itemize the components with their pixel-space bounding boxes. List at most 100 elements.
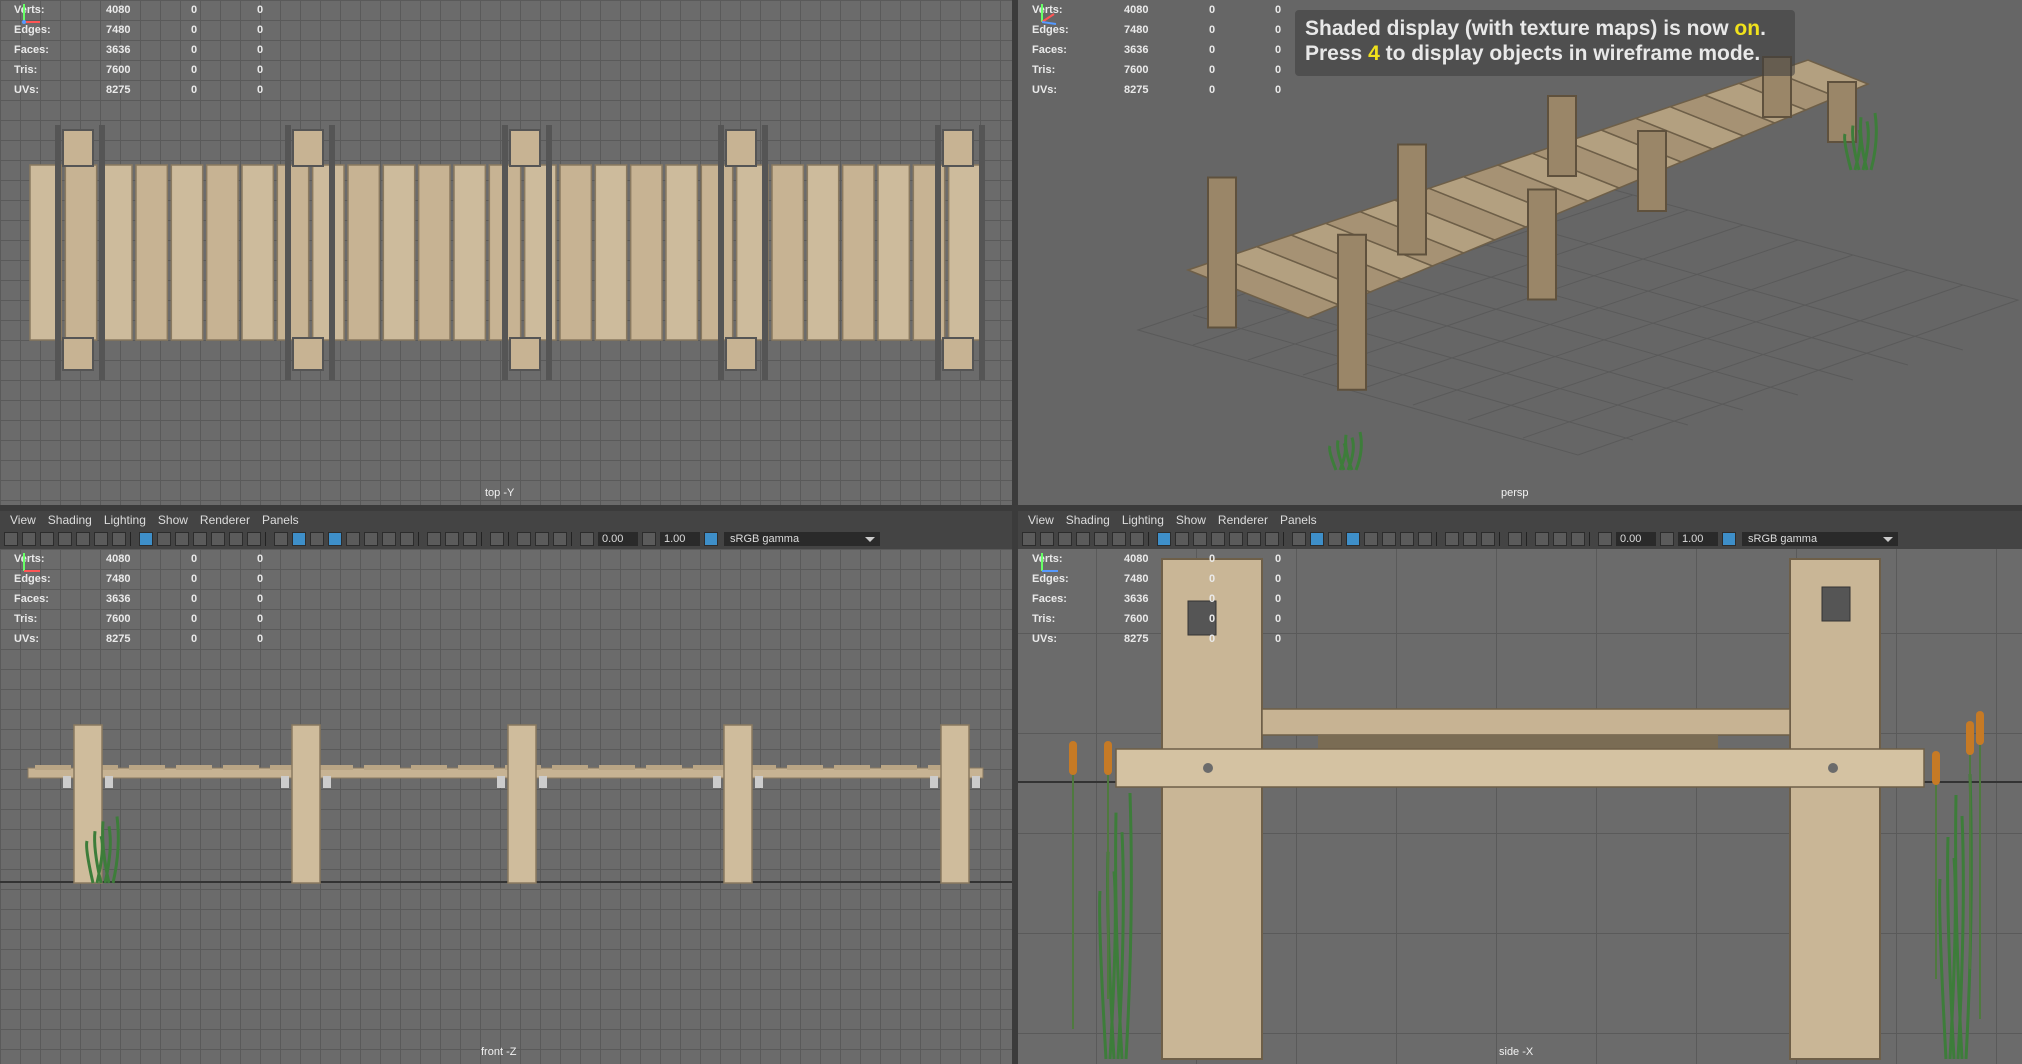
safe-title-icon[interactable] [247, 532, 261, 546]
crossbeam [285, 125, 291, 380]
film-gate-toggle-icon[interactable] [157, 532, 171, 546]
film-gate-icon[interactable] [1094, 532, 1108, 546]
grid-icon[interactable] [1157, 532, 1171, 546]
anti-alias-icon[interactable] [1463, 532, 1477, 546]
menu-renderer[interactable]: Renderer [200, 513, 250, 527]
isolate-select-icon[interactable] [490, 532, 504, 546]
color-management-icon[interactable] [704, 532, 718, 546]
xray-icon[interactable] [517, 532, 531, 546]
bracket [755, 776, 763, 788]
safe-action-icon[interactable] [1247, 532, 1261, 546]
menu-shading[interactable]: Shading [48, 513, 92, 527]
image-plane-icon[interactable] [1076, 532, 1090, 546]
grass-blade [1124, 792, 1133, 1060]
field-chart-icon[interactable] [211, 532, 225, 546]
exposure-icon[interactable] [580, 532, 594, 546]
pane-divider-horizontal[interactable] [0, 505, 2022, 511]
safe-title-icon[interactable] [1265, 532, 1279, 546]
viewport-side[interactable]: View Shading Lighting Show Renderer Pane… [1018, 511, 2022, 1064]
pan-zoom-icon[interactable] [94, 532, 108, 546]
anti-alias-icon[interactable] [445, 532, 459, 546]
image-plane-icon[interactable] [58, 532, 72, 546]
resolution-gate-icon[interactable] [175, 532, 189, 546]
viewport-front-canvas[interactable]: Verts: 4080 0 0 Edges: 7480 0 0 Faces: 3636 0 0 T… [0, 549, 1012, 1064]
default-material-icon[interactable] [1328, 532, 1342, 546]
lights-icon[interactable] [1382, 532, 1396, 546]
stat-value: 8275 [1124, 84, 1149, 96]
menu-lighting[interactable]: Lighting [1122, 513, 1164, 527]
menu-shading[interactable]: Shading [1066, 513, 1110, 527]
depth-of-field-icon[interactable] [1481, 532, 1495, 546]
field-chart-icon[interactable] [1229, 532, 1243, 546]
menu-show[interactable]: Show [1176, 513, 1206, 527]
gamma-field[interactable]: 1.00 [660, 532, 700, 546]
shadows-icon[interactable] [1400, 532, 1414, 546]
viewport-top-canvas[interactable]: Verts: 4080 0 0 Edges: 7480 0 0 Faces: 3636 0 0 T… [0, 0, 1012, 505]
wireframe-on-shaded-icon[interactable] [328, 532, 342, 546]
ambient-occlusion-icon[interactable] [1418, 532, 1432, 546]
viewport-top[interactable]: Verts: 4080 0 0 Edges: 7480 0 0 Faces: 3636 0 0 T… [0, 0, 1012, 505]
camera-icon[interactable] [1022, 532, 1036, 546]
cattail-head [1932, 751, 1940, 785]
xray-active-icon[interactable] [535, 532, 549, 546]
gate-mask-icon[interactable] [193, 532, 207, 546]
lights-icon[interactable] [364, 532, 378, 546]
menu-panels[interactable]: Panels [1280, 513, 1317, 527]
post-top [509, 337, 541, 371]
camera-icon[interactable] [4, 532, 18, 546]
camera-lock-icon[interactable] [22, 532, 36, 546]
stat-value: 7480 [106, 573, 131, 585]
viewport-front[interactable]: View Shading Lighting Show Renderer Pane… [0, 511, 1012, 1064]
film-gate-toggle-icon[interactable] [1175, 532, 1189, 546]
menu-show[interactable]: Show [158, 513, 188, 527]
stat-value: 0 [1209, 553, 1216, 565]
motion-blur-icon[interactable] [1445, 532, 1459, 546]
color-management-icon[interactable] [1722, 532, 1736, 546]
ambient-occlusion-icon[interactable] [400, 532, 414, 546]
gate-mask-icon[interactable] [1211, 532, 1225, 546]
safe-action-icon[interactable] [229, 532, 243, 546]
exposure-icon[interactable] [1598, 532, 1612, 546]
stat-value: 7600 [1124, 64, 1149, 76]
gamma-icon[interactable] [642, 532, 656, 546]
xray-joints-icon[interactable] [1571, 532, 1585, 546]
xray-icon[interactable] [1535, 532, 1549, 546]
menu-panels[interactable]: Panels [262, 513, 299, 527]
plank [877, 164, 911, 341]
isolate-select-icon[interactable] [1508, 532, 1522, 546]
smooth-shade-icon[interactable] [292, 532, 306, 546]
xray-active-icon[interactable] [1553, 532, 1567, 546]
smooth-shade-icon[interactable] [1310, 532, 1324, 546]
xray-joints-icon[interactable] [553, 532, 567, 546]
shadows-icon[interactable] [382, 532, 396, 546]
grid-icon[interactable] [139, 532, 153, 546]
textured-icon[interactable] [346, 532, 360, 546]
wireframe-icon[interactable] [274, 532, 288, 546]
motion-blur-icon[interactable] [427, 532, 441, 546]
depth-of-field-icon[interactable] [463, 532, 477, 546]
wireframe-on-shaded-icon[interactable] [1346, 532, 1360, 546]
film-gate-icon[interactable] [76, 532, 90, 546]
menu-renderer[interactable]: Renderer [1218, 513, 1268, 527]
menu-view[interactable]: View [10, 513, 36, 527]
stat-value: 7600 [106, 613, 131, 625]
wireframe-icon[interactable] [1292, 532, 1306, 546]
view-transform-dropdown[interactable]: sRGB gamma [1742, 532, 1898, 546]
menu-lighting[interactable]: Lighting [104, 513, 146, 527]
exposure-field[interactable]: 0.00 [598, 532, 638, 546]
camera-lock-icon[interactable] [1040, 532, 1054, 546]
view-transform-dropdown[interactable]: sRGB gamma [724, 532, 880, 546]
pan-zoom-icon[interactable] [1112, 532, 1126, 546]
bookmark-icon[interactable] [40, 532, 54, 546]
grease-pencil-icon[interactable] [1130, 532, 1144, 546]
bookmark-icon[interactable] [1058, 532, 1072, 546]
gamma-field[interactable]: 1.00 [1678, 532, 1718, 546]
grease-pencil-icon[interactable] [112, 532, 126, 546]
exposure-field[interactable]: 0.00 [1616, 532, 1656, 546]
default-material-icon[interactable] [310, 532, 324, 546]
resolution-gate-icon[interactable] [1193, 532, 1207, 546]
viewport-side-canvas[interactable]: Verts: 4080 0 0 Edges: 7480 0 0 Faces: 3636 0 0 T… [1018, 549, 2022, 1064]
textured-icon[interactable] [1364, 532, 1378, 546]
gamma-icon[interactable] [1660, 532, 1674, 546]
menu-view[interactable]: View [1028, 513, 1054, 527]
